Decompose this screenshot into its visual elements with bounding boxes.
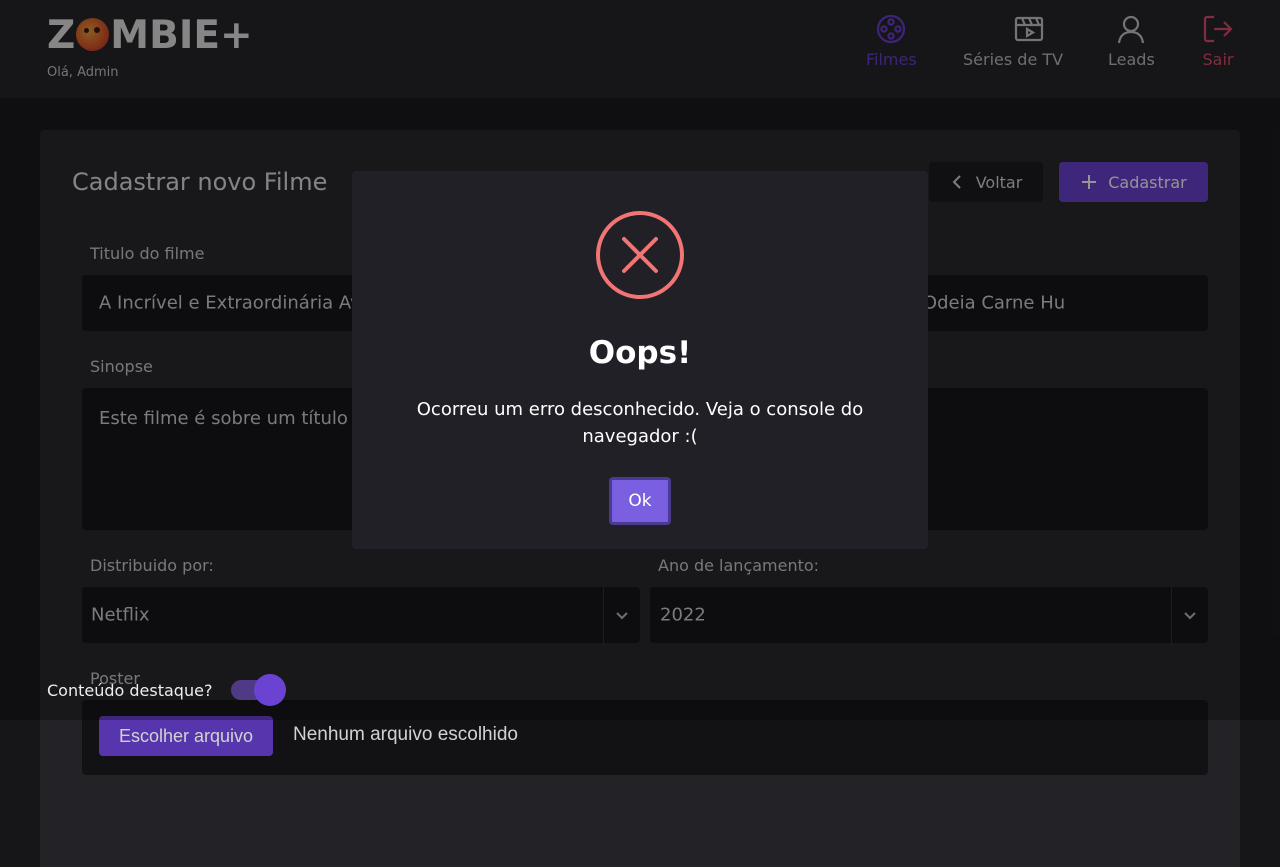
featured-toggle-thumb[interactable] (254, 674, 286, 706)
dialog-message: Ocorreu um erro desconhecido. Veja o con… (416, 399, 864, 447)
modal-backdrop-lower (0, 720, 1280, 867)
error-dialog: Oops! Ocorreu um erro desconhecido. Veja… (352, 171, 928, 549)
dialog-title: Oops! (588, 335, 692, 371)
error-x-icon (596, 211, 684, 299)
ok-button[interactable]: Ok (609, 477, 671, 525)
featured-toggle-label: Conteúdo destaque? (47, 681, 213, 700)
